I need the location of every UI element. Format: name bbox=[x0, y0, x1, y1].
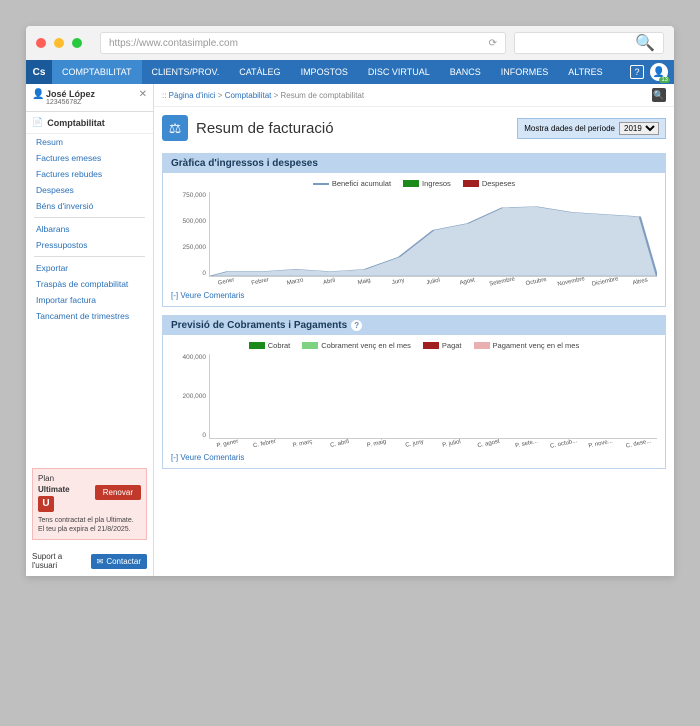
legend-swatch bbox=[423, 342, 439, 349]
scale-icon: ⚖ bbox=[162, 115, 188, 141]
sidebar-item[interactable]: Resum bbox=[26, 134, 153, 150]
user-icon: 👤 bbox=[32, 89, 42, 100]
url-text: https://www.contasimple.com bbox=[109, 38, 238, 49]
contact-button[interactable]: ✉ Contactar bbox=[91, 554, 147, 569]
app-window: https://www.contasimple.com ⟳ 🔍 Cs COMPT… bbox=[26, 26, 674, 576]
nav-altres[interactable]: ALTRES bbox=[558, 60, 612, 84]
sidebar-item[interactable]: Traspàs de comptabilitat bbox=[26, 276, 153, 292]
nav-comptabilitat[interactable]: COMPTABILITAT bbox=[52, 60, 142, 84]
nav-catleg[interactable]: CATÀLEG bbox=[229, 60, 290, 84]
close-dot[interactable] bbox=[36, 38, 46, 48]
legend-swatch bbox=[302, 342, 318, 349]
legend-swatch bbox=[463, 180, 479, 187]
support-label: Suport a l'usuari bbox=[32, 552, 72, 570]
nav-discvirtual[interactable]: DISC VIRTUAL bbox=[358, 60, 440, 84]
sidebar-heading: 📄 Comptabilitat bbox=[26, 112, 153, 134]
year-select[interactable]: 2019 bbox=[619, 122, 659, 135]
chart1-legend: Benefici acumulat Ingresos Despeses bbox=[171, 179, 657, 188]
nav-bancs[interactable]: BANCS bbox=[440, 60, 491, 84]
plan-box: Plan Ultimate U Renovar Tens contractat … bbox=[32, 468, 147, 540]
logo[interactable]: Cs bbox=[26, 60, 52, 84]
help-icon[interactable]: ? bbox=[351, 320, 362, 331]
sidebar-item[interactable]: Exportar bbox=[26, 260, 153, 276]
legend-swatch bbox=[249, 342, 265, 349]
crumb-home[interactable]: Pàgina d'inici bbox=[169, 91, 216, 100]
nav-clientsprov[interactable]: CLIENTS/PROV. bbox=[142, 60, 230, 84]
titlebar: https://www.contasimple.com ⟳ 🔍 bbox=[26, 26, 674, 60]
search-panel-icon[interactable]: 🔍 bbox=[652, 88, 666, 102]
plan-label: Plan bbox=[38, 474, 70, 483]
user-block: 👤 José López 12345678Z ✕ bbox=[26, 84, 153, 112]
sidebar-item[interactable]: Béns d'inversió bbox=[26, 198, 153, 214]
chart2: 400,000200,0000 bbox=[171, 354, 657, 439]
legend-swatch-line bbox=[313, 183, 329, 185]
panel-income-expense: Gràfica d'ingressos i despeses Benefici … bbox=[162, 153, 666, 307]
sidebar-item[interactable]: Pressupostos bbox=[26, 237, 153, 253]
sidebar-item[interactable]: Despeses bbox=[26, 182, 153, 198]
search-icon: 🔍 bbox=[635, 33, 655, 53]
sidebar-item[interactable]: Importar factura bbox=[26, 292, 153, 308]
plan-expiry-text: Tens contractat el pla Ultimate. El teu … bbox=[38, 516, 141, 534]
breadcrumb: :: Pàgina d'inici > Comptabilitat > Resu… bbox=[154, 84, 674, 107]
mail-icon: ✉ bbox=[97, 557, 104, 566]
nav-informes[interactable]: INFORMES bbox=[491, 60, 559, 84]
plan-name: Ultimate bbox=[38, 485, 70, 494]
minimize-dot[interactable] bbox=[54, 38, 64, 48]
crumb-current: Resum de comptabilitat bbox=[281, 91, 365, 100]
maximize-dot[interactable] bbox=[72, 38, 82, 48]
legend-swatch bbox=[403, 180, 419, 187]
sidebar-item[interactable]: Factures emeses bbox=[26, 150, 153, 166]
sidebar-item[interactable]: Tancament de trimestres bbox=[26, 308, 153, 324]
period-selector: Mostra dades del període 2019 bbox=[517, 118, 666, 139]
help-icon[interactable]: ? bbox=[630, 65, 644, 79]
top-nav: Cs COMPTABILITATCLIENTS/PROV.CATÀLEGIMPO… bbox=[26, 60, 674, 84]
renew-button[interactable]: Renovar bbox=[95, 485, 141, 500]
plan-badge: U bbox=[38, 496, 54, 512]
page-title: Resum de facturació bbox=[196, 120, 334, 137]
panel1-title: Gràfica d'ingressos i despeses bbox=[171, 158, 318, 169]
collapse-icon[interactable]: ✕ bbox=[139, 89, 147, 100]
doc-icon: 📄 bbox=[32, 117, 43, 128]
url-bar[interactable]: https://www.contasimple.com ⟳ bbox=[100, 32, 506, 54]
panel2-title: Previsió de Cobraments i Pagaments bbox=[171, 320, 347, 331]
user-name: José López bbox=[46, 89, 95, 99]
sidebar: 👤 José López 12345678Z ✕ 📄 Comptabilitat… bbox=[26, 84, 154, 576]
browser-search[interactable]: 🔍 bbox=[514, 32, 664, 54]
comments-toggle[interactable]: [-] Veure Comentaris bbox=[171, 453, 657, 462]
nav-impostos[interactable]: IMPOSTOS bbox=[291, 60, 358, 84]
refresh-icon[interactable]: ⟳ bbox=[489, 38, 497, 49]
panel-forecast: Previsió de Cobraments i Pagaments ? Cob… bbox=[162, 315, 666, 469]
comments-toggle[interactable]: [-] Veure Comentaris bbox=[171, 291, 657, 300]
period-label: Mostra dades del període bbox=[524, 124, 615, 133]
sidebar-item[interactable]: Factures rebudes bbox=[26, 166, 153, 182]
chart1: 750,000500,000250,0000 bbox=[171, 192, 657, 277]
main-content: :: Pàgina d'inici > Comptabilitat > Resu… bbox=[154, 84, 674, 576]
user-id: 12345678Z bbox=[46, 99, 95, 106]
avatar[interactable]: 👤13 bbox=[650, 63, 668, 81]
notification-badge: 13 bbox=[659, 77, 670, 83]
chart2-legend: Cobrat Cobrament venç en el mes Pagat Pa… bbox=[171, 341, 657, 350]
crumb-mid[interactable]: Comptabilitat bbox=[225, 91, 272, 100]
legend-swatch bbox=[474, 342, 490, 349]
sidebar-item[interactable]: Albarans bbox=[26, 221, 153, 237]
